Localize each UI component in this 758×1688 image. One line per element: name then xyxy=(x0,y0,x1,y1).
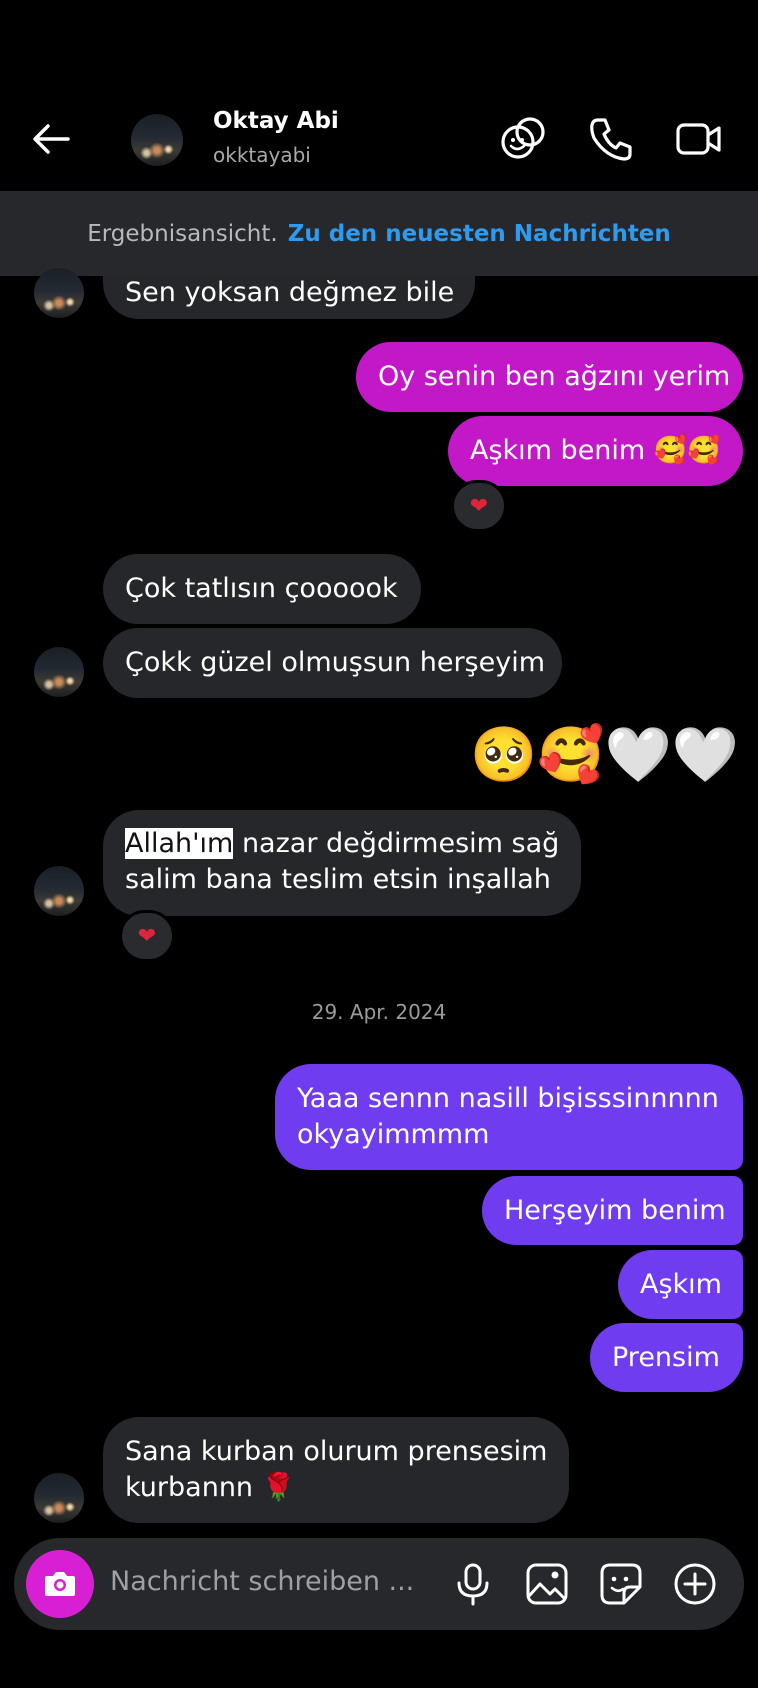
incoming-message[interactable]: Sen yoksan değmez bile xyxy=(103,276,475,319)
message-line: kurbannn 🌹 xyxy=(125,1472,296,1503)
message-line: okyayimmmm xyxy=(297,1119,490,1150)
contact-avatar[interactable] xyxy=(131,114,183,166)
sender-avatar[interactable] xyxy=(34,1473,84,1523)
outgoing-message[interactable]: Oy senin ben ağzını yerim xyxy=(356,342,743,412)
camera-icon xyxy=(45,1572,75,1596)
message-line: Yaaa sennn nasill bişisssinnnnn xyxy=(297,1083,719,1114)
outgoing-message[interactable]: Aşkım xyxy=(618,1250,743,1319)
incoming-message[interactable]: Sana kurban olurum prensesim kurbannn 🌹 xyxy=(103,1417,569,1523)
date-separator: 29. Apr. 2024 xyxy=(311,1000,447,1024)
message-composer: Nachricht schreiben ... xyxy=(14,1538,744,1630)
outgoing-message[interactable]: Herşeyim benim xyxy=(482,1176,743,1245)
sender-avatar[interactable] xyxy=(34,866,84,916)
gallery-icon[interactable] xyxy=(522,1559,572,1609)
message-line: Sana kurban olurum prensesim xyxy=(125,1436,548,1467)
outgoing-message[interactable]: Prensim xyxy=(590,1323,743,1392)
incoming-message[interactable]: Çok tatlısın çoooook xyxy=(103,554,421,624)
jump-to-latest-link[interactable]: Zu den neuesten Nachrichten xyxy=(288,221,671,247)
message-input[interactable]: Nachricht schreiben ... xyxy=(110,1566,414,1597)
chat-header: Oktay Abi okktayabi xyxy=(0,0,758,190)
video-icon[interactable] xyxy=(674,114,724,164)
outgoing-message[interactable]: Yaaa sennn nasill bişisssinnnnn okyayimm… xyxy=(275,1064,743,1170)
plus-icon[interactable] xyxy=(670,1559,720,1609)
microphone-icon[interactable] xyxy=(448,1559,498,1609)
search-highlight: Allah'ım xyxy=(125,828,234,859)
incoming-message[interactable]: Allah'ım nazar değdirmesim sağ salim ban… xyxy=(103,810,581,916)
sender-avatar[interactable] xyxy=(34,647,84,697)
message-line: salim bana teslim etsin inşallah xyxy=(125,864,551,895)
heart-reaction[interactable]: ❤ xyxy=(119,910,175,962)
phone-icon[interactable] xyxy=(586,114,636,164)
contact-username[interactable]: okktayabi xyxy=(213,143,311,167)
sender-avatar[interactable] xyxy=(34,268,84,318)
search-result-banner: Ergebnisansicht. Zu den neuesten Nachric… xyxy=(0,191,758,276)
chat-theme-icon[interactable] xyxy=(498,114,548,164)
emoji-message[interactable]: 🥺🥰🤍🤍 xyxy=(470,720,739,790)
contact-name[interactable]: Oktay Abi xyxy=(213,108,339,134)
outgoing-message[interactable]: Aşkım benim 🥰🥰 xyxy=(448,416,743,486)
back-arrow-icon[interactable] xyxy=(28,116,74,162)
banner-text: Ergebnisansicht. xyxy=(87,220,278,247)
camera-button[interactable] xyxy=(26,1550,94,1618)
sticker-icon[interactable] xyxy=(596,1559,646,1609)
incoming-message[interactable]: Çokk güzel olmuşsun herşeyim xyxy=(103,628,562,698)
message-text: nazar değdirmesim sağ xyxy=(233,828,560,859)
message-line: Allah'ım nazar değdirmesim sağ xyxy=(125,826,559,862)
heart-reaction[interactable]: ❤ xyxy=(451,480,507,532)
